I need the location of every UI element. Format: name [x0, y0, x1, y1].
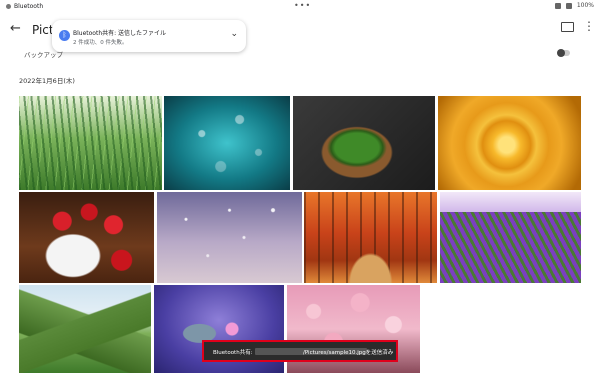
photo-snow[interactable] — [157, 192, 302, 283]
wifi-icon — [565, 2, 572, 9]
notification-subtitle: 2 件成功、0 件失敗。 — [73, 40, 128, 46]
photo-basil[interactable] — [293, 96, 435, 190]
backup-toggle[interactable] — [557, 49, 570, 57]
backup-label: バックアップ — [24, 51, 63, 59]
toggle-knob — [557, 49, 565, 57]
multitask-handle[interactable]: ••• — [294, 2, 311, 10]
chevron-down-icon[interactable]: ⌄ — [230, 29, 238, 39]
photo-lavender-sky — [440, 192, 581, 212]
status-app: Bluetooth — [6, 3, 43, 10]
toast-suffix: /Pictures/sample10.jpgを送信済み — [303, 350, 394, 356]
status-right: 100% — [554, 2, 594, 9]
notification-title: Bluetooth共有: 送信したファイル — [73, 30, 167, 37]
photo-yellow-rose[interactable] — [438, 96, 581, 190]
cast-icon[interactable] — [561, 22, 574, 32]
section-date: 2022年1月6日(木) — [19, 77, 75, 85]
photo-strawberries[interactable] — [19, 192, 154, 283]
more-vert-icon[interactable]: ⋮ — [583, 20, 595, 32]
bluetooth-icon: ᛒ — [59, 30, 70, 41]
arrow-back-icon[interactable]: ← — [10, 21, 21, 36]
bluetooth-status-icon — [6, 4, 11, 9]
battery-level: 100% — [576, 2, 594, 9]
toast-prefix: Bluetooth共有: — [213, 350, 253, 356]
photo-autumn-path[interactable] — [304, 192, 437, 283]
status-app-label: Bluetooth — [14, 3, 44, 10]
status-bar: Bluetooth ••• 100% — [0, 0, 600, 14]
bluetooth-notification[interactable]: ᛒ Bluetooth共有: 送信したファイル 2 件成功、0 件失敗。 ⌄ — [52, 20, 246, 52]
photo-water-drops[interactable] — [164, 96, 290, 190]
bluetooth-icon — [554, 2, 561, 9]
photo-grass[interactable] — [19, 96, 162, 190]
send-complete-toast: Bluetooth共有: /Pictures/sample10.jpgを送信済み — [202, 340, 398, 362]
photo-mountain-valley[interactable] — [19, 285, 151, 373]
